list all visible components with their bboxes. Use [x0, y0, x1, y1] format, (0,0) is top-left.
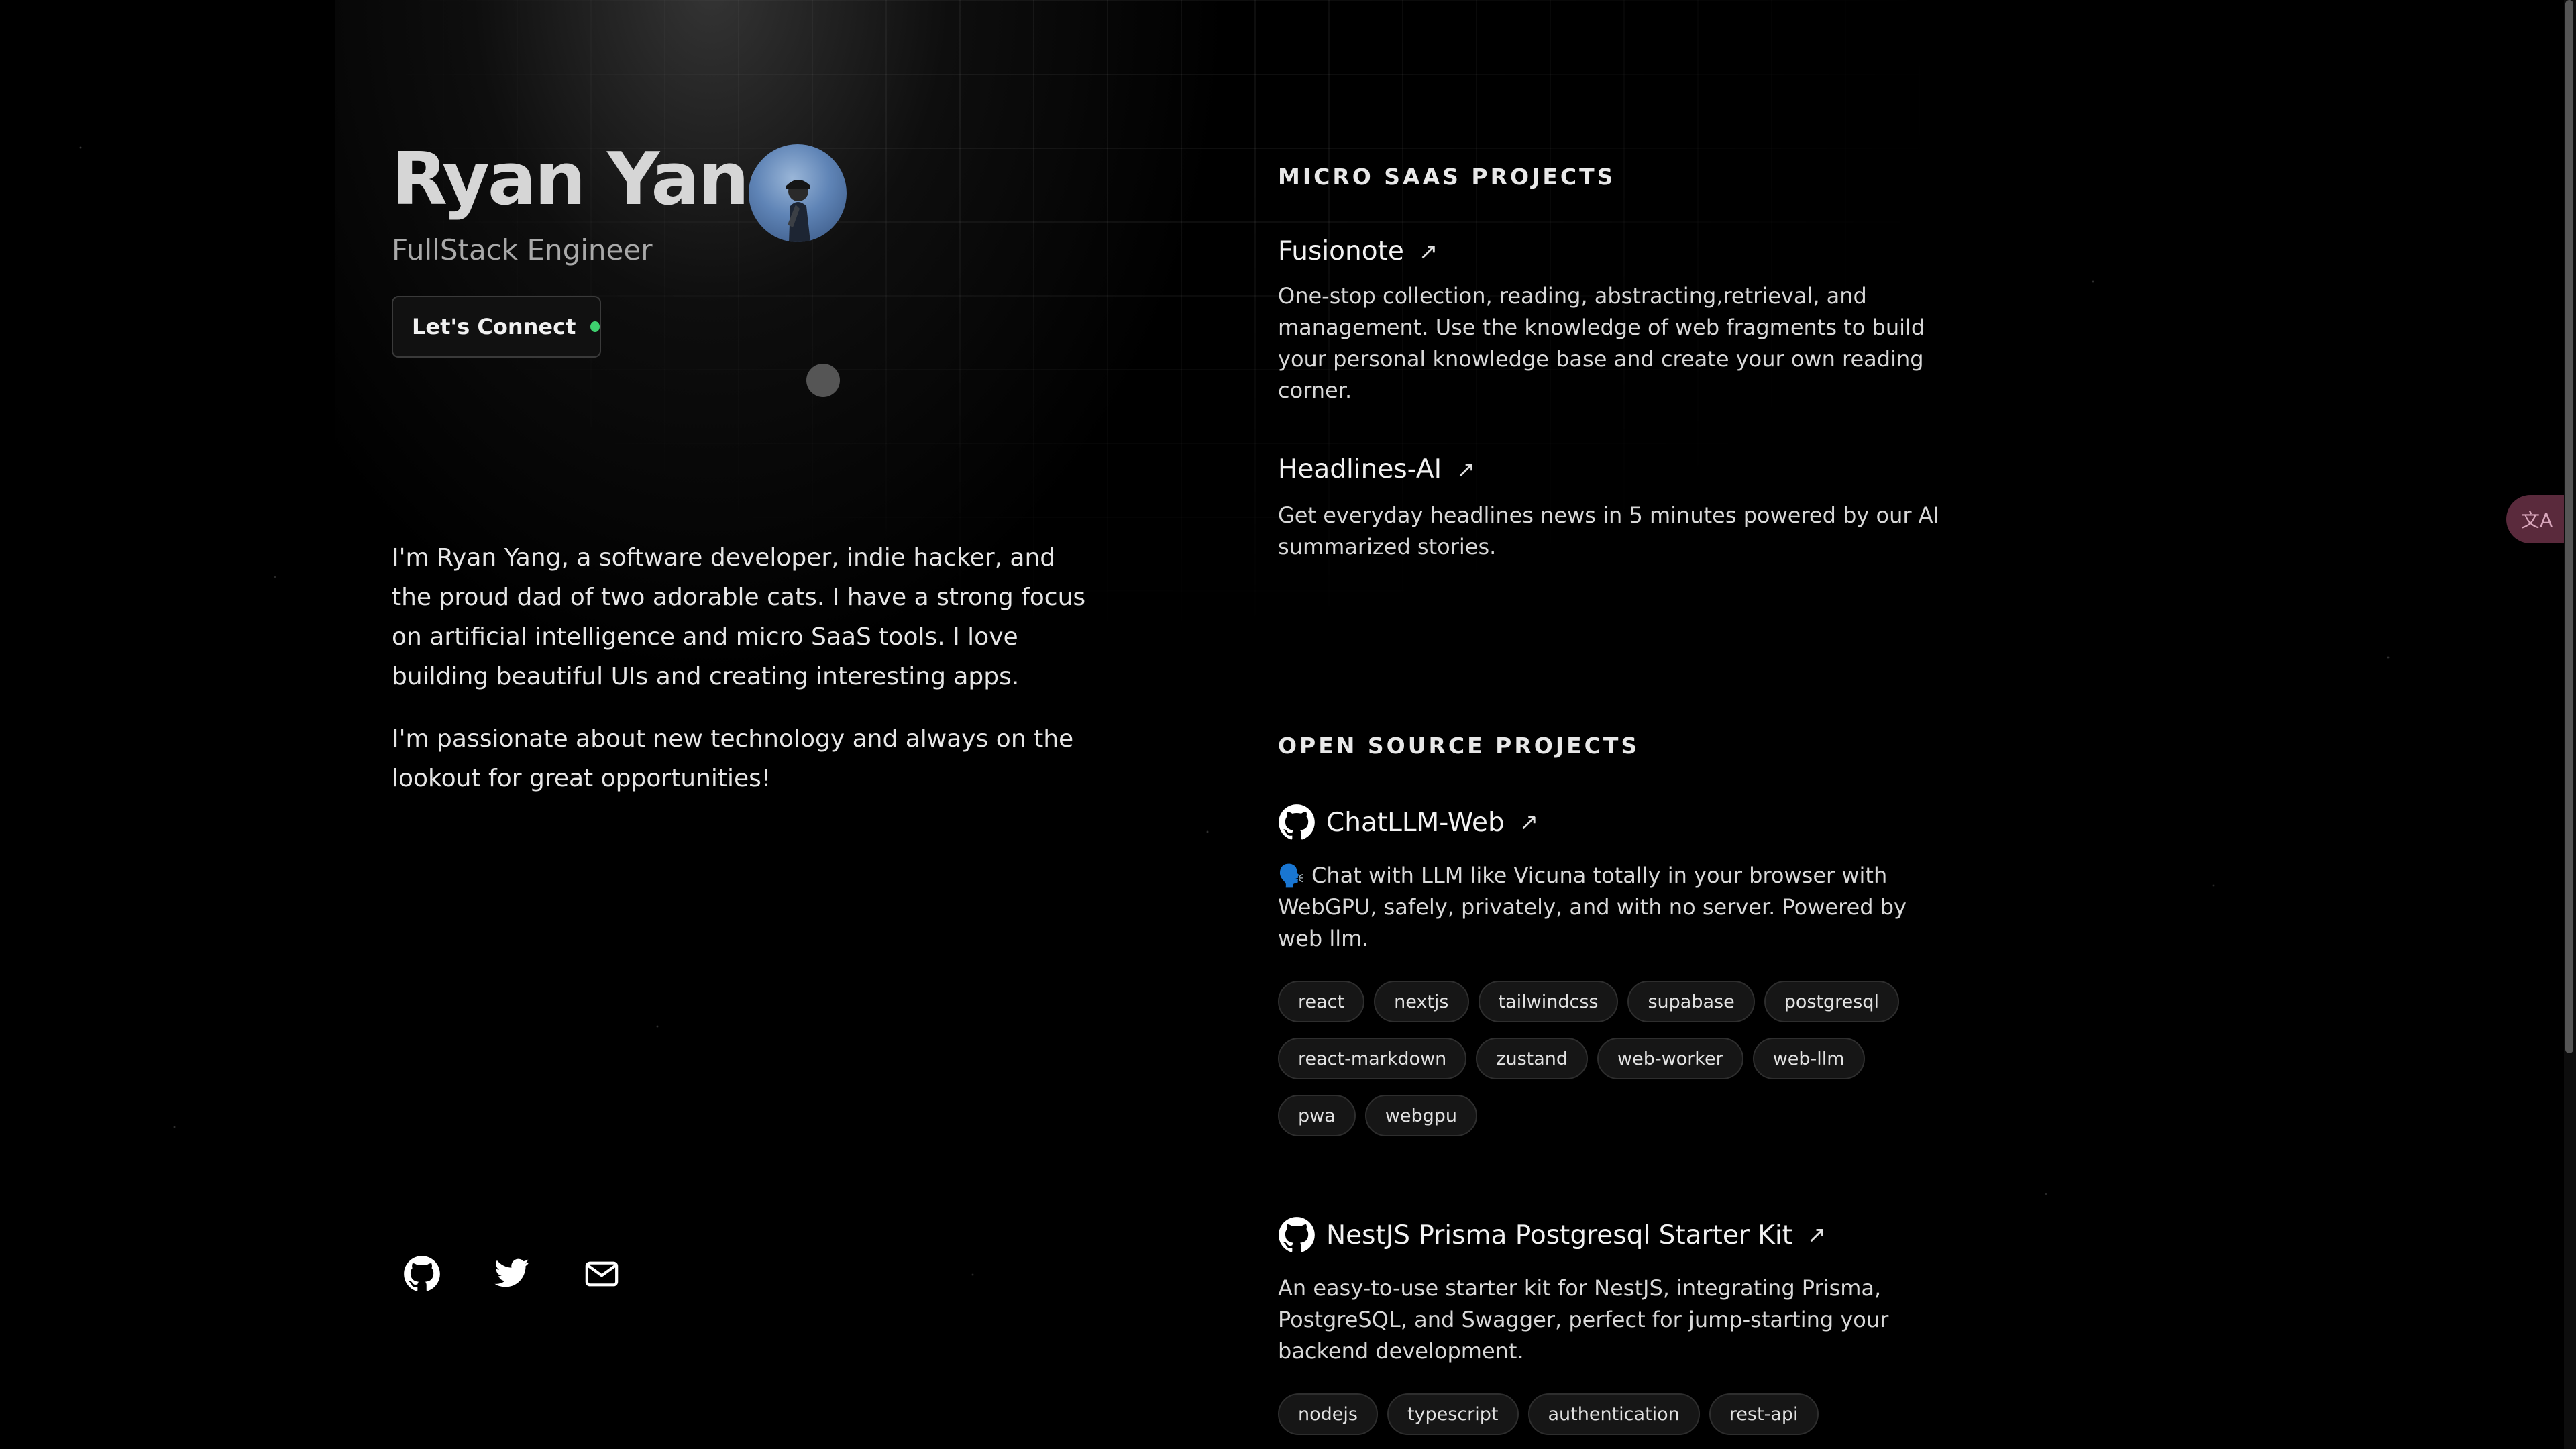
tag-chip[interactable]: react-markdown [1278, 1038, 1467, 1079]
lets-connect-button[interactable]: Let's Connect [392, 296, 601, 358]
bio-paragraph: I'm Ryan Yang, a software developer, ind… [392, 544, 1086, 690]
tag-chip[interactable]: nodejs [1278, 1393, 1378, 1435]
project-title-label: Fusionote [1278, 236, 1404, 266]
project-title-fusionote[interactable]: Fusionote ↗ [1278, 236, 1438, 266]
tag-chip[interactable]: rest-api [1709, 1393, 1819, 1435]
micro-saas-heading: MICRO SAAS PROJECTS [1278, 164, 1616, 190]
github-icon [1279, 1217, 1315, 1252]
tag-chip[interactable]: web-llm [1752, 1038, 1865, 1079]
project-description: One-stop collection, reading, abstractin… [1278, 283, 1925, 403]
open-source-heading: OPEN SOURCE PROJECTS [1278, 733, 1640, 759]
tag-list: react nextjs tailwindcss supabase postgresql… [1278, 981, 1949, 1152]
tag-chip[interactable]: tailwindcss [1478, 981, 1619, 1022]
lets-connect-label: Let's Connect [412, 314, 576, 339]
bio-paragraph: I'm passionate about new technology and … [392, 725, 1074, 792]
twitter-icon [494, 1258, 529, 1287]
profile-column: Ryan Yang FullStack Engineer Let's Conne… [392, 0, 1096, 1449]
profile-role: FullStack Engineer [392, 233, 653, 266]
external-link-icon: ↗ [1418, 237, 1438, 265]
tag-list: nodejs typescript authentication rest-api [1278, 1393, 1949, 1449]
project-title-headlines-ai[interactable]: Headlines-AI ↗ [1278, 454, 1476, 484]
project-title-label: ChatLLM-Web [1326, 807, 1505, 838]
tag-chip[interactable]: authentication [1527, 1393, 1700, 1435]
github-icon [1279, 804, 1315, 840]
tag-chip[interactable]: pwa [1278, 1095, 1356, 1136]
tag-chip[interactable]: react [1278, 981, 1365, 1022]
external-link-icon: ↗ [1456, 455, 1476, 483]
avatar-image [786, 180, 810, 242]
github-icon [404, 1256, 440, 1291]
tag-chip[interactable]: webgpu [1364, 1095, 1478, 1136]
project-description: 🗣️ Chat with LLM like Vicuna totally in … [1278, 863, 1907, 951]
external-link-icon: ↗ [1807, 1222, 1827, 1248]
tag-chip[interactable]: nextjs [1374, 981, 1469, 1022]
tag-chip[interactable]: typescript [1387, 1393, 1519, 1435]
profile-name: Ryan Yang [392, 138, 799, 221]
social-links [392, 1249, 661, 1299]
tag-chip[interactable]: zustand [1476, 1038, 1589, 1079]
project-title-label: NestJS Prisma Postgresql Starter Kit [1326, 1220, 1792, 1250]
avatar [749, 144, 847, 242]
status-dot-icon [590, 321, 600, 332]
project-title-chatllm-web[interactable]: ChatLLM-Web ↗ [1278, 804, 1538, 841]
tag-chip[interactable]: postgresql [1764, 981, 1899, 1022]
project-description: Get everyday headlines news in 5 minutes… [1278, 502, 1939, 559]
bio: I'm Ryan Yang, a software developer, ind… [392, 538, 1089, 821]
translate-icon: 文A [2521, 509, 2553, 531]
cursor-follower [806, 364, 840, 397]
twitter-link[interactable] [482, 1249, 542, 1299]
project-description: An easy-to-use starter kit for NestJS, i… [1278, 1275, 1889, 1364]
external-link-icon: ↗ [1519, 809, 1539, 836]
tag-chip[interactable]: web-worker [1597, 1038, 1743, 1079]
project-title-label: Headlines-AI [1278, 454, 1442, 484]
github-link[interactable] [392, 1249, 452, 1299]
email-link[interactable] [572, 1249, 632, 1299]
mail-icon [585, 1261, 619, 1287]
project-title-nestjs-starter[interactable]: NestJS Prisma Postgresql Starter Kit ↗ [1278, 1216, 1826, 1254]
scrollbar-thumb[interactable] [2565, 0, 2573, 1053]
tag-chip[interactable]: supabase [1627, 981, 1755, 1022]
scrollbar[interactable] [2564, 0, 2576, 1449]
